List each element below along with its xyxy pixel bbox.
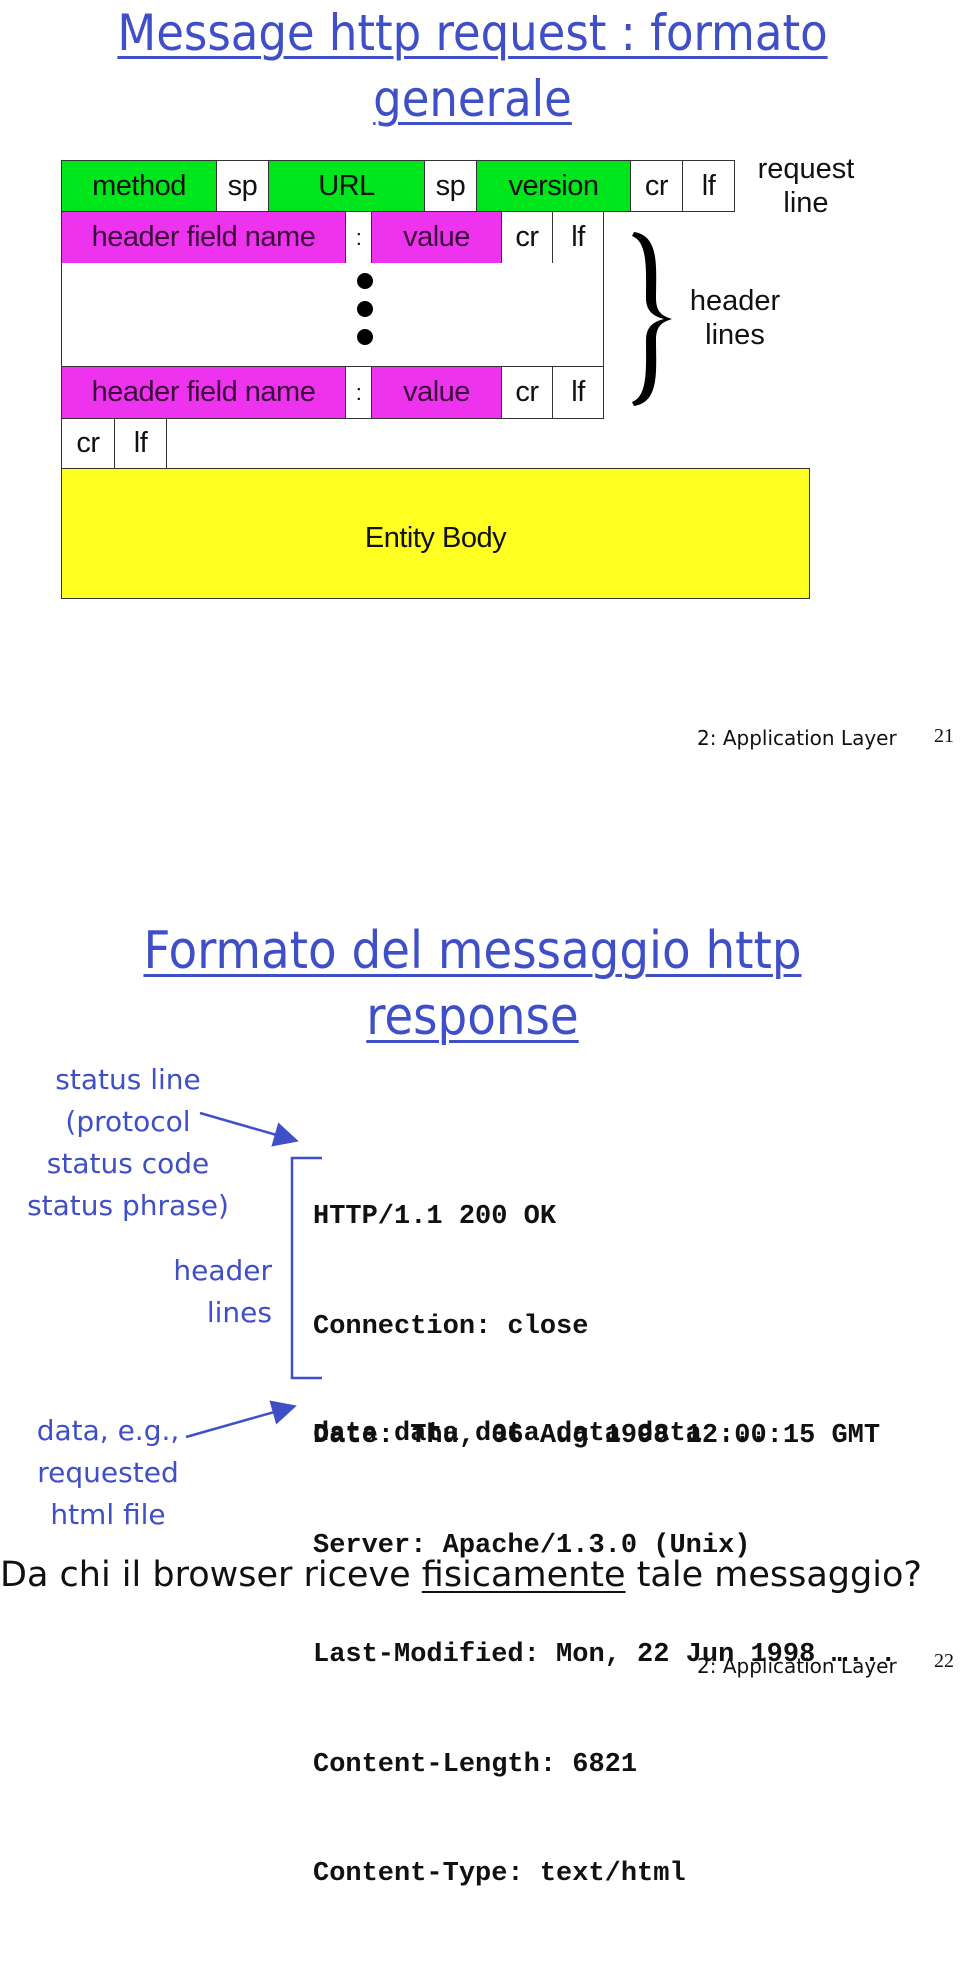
annotation-line: html file — [50, 1498, 166, 1531]
annotation-line: request — [757, 153, 855, 185]
colon-separator: : — [345, 366, 372, 419]
header-line: Content-Length: 6821 — [313, 1749, 638, 1780]
curly-brace-icon — [632, 232, 672, 406]
annotation-line: line — [783, 187, 829, 219]
lf-separator: lf — [552, 211, 604, 264]
question-part: Da chi il browser riceve — [0, 1555, 422, 1595]
ellipsis-dot — [357, 301, 373, 317]
ellipsis-dot — [357, 329, 373, 345]
more-header-lines — [61, 263, 604, 367]
header-value: value — [371, 366, 502, 419]
status-line: HTTP/1.1 200 OK — [313, 1202, 557, 1232]
page-number: 21 — [934, 725, 954, 747]
slide-title-line-2: generale — [373, 70, 572, 128]
entity-body: Entity Body — [61, 468, 810, 599]
slide-title: Formato del messaggio http response — [0, 918, 945, 1050]
cr-separator: cr — [61, 418, 115, 469]
slide-title-line-1: Formato del messaggio http — [143, 921, 802, 981]
annotation-line: header — [689, 285, 781, 317]
lf-separator: lf — [114, 418, 167, 469]
annotation-line: lines — [705, 319, 765, 351]
data-line: data data data data data ... — [313, 1419, 767, 1449]
status-line-arrow-icon — [199, 1111, 299, 1147]
response-message: HTTP/1.1 200 OK Connection: close Date: … — [313, 1126, 896, 1966]
lf-separator: lf — [552, 366, 604, 419]
footer-label: 2: Application Layer — [697, 1654, 897, 1678]
slide-title-line-2: response — [366, 987, 579, 1047]
space-separator: sp — [216, 160, 269, 212]
annotation-arrows — [185, 1111, 322, 1439]
header-line: Content-Type: text/html — [313, 1859, 686, 1889]
header-lines-annotation: header lines — [680, 284, 790, 352]
footer-label: 2: Application Layer — [697, 726, 897, 750]
cr-separator: cr — [630, 160, 683, 212]
header-field-name: header field name — [61, 366, 346, 419]
url-field: URL — [268, 160, 425, 212]
method-field: method — [61, 160, 217, 212]
question-emphasis: fisicamente — [421, 1555, 626, 1595]
ellipsis-dot — [357, 273, 373, 289]
slide-title: Message http request : formato generale — [0, 0, 945, 132]
header-value: value — [371, 211, 502, 264]
header-line: Connection: close — [313, 1311, 589, 1342]
cr-separator: cr — [501, 211, 553, 264]
space-separator: sp — [424, 160, 477, 212]
header-field-name: header field name — [61, 211, 346, 264]
request-line-annotation: request line — [748, 152, 864, 220]
question-part: tale messaggio? — [625, 1555, 922, 1595]
lf-separator: lf — [682, 160, 735, 212]
page-number: 22 — [934, 1650, 954, 1672]
cr-separator: cr — [501, 366, 553, 419]
colon-separator: : — [345, 211, 372, 264]
data-arrow-icon — [185, 1400, 297, 1439]
version-field: version — [476, 160, 631, 212]
question-text: Da chi il browser riceve fisicamente tal… — [0, 1555, 922, 1595]
slide-title-line-1: Message http request : formato — [117, 4, 828, 62]
